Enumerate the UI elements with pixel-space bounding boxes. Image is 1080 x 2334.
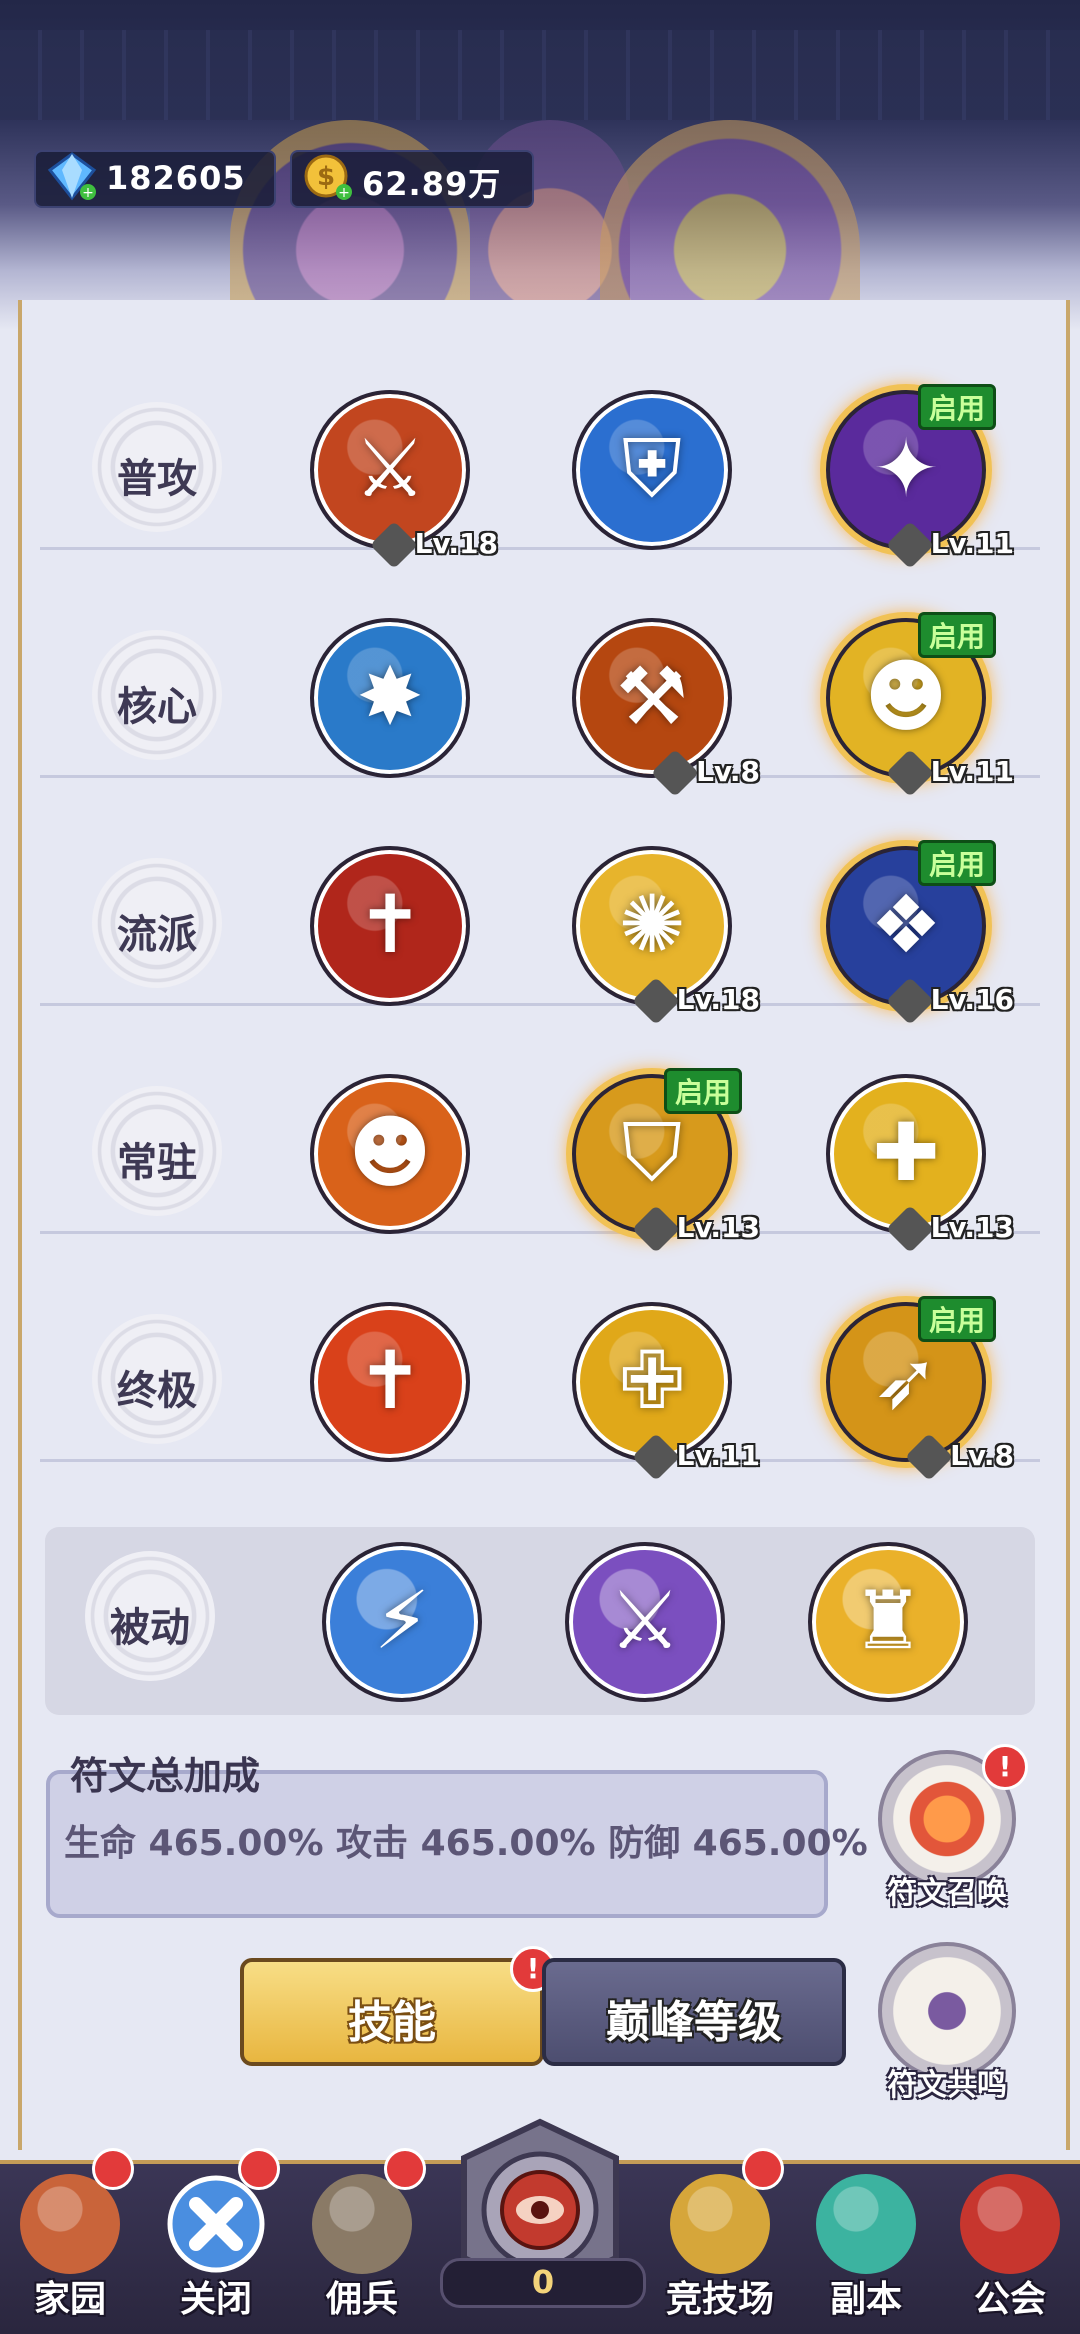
gold-counter[interactable]: $ + 62.89万 (290, 150, 534, 208)
notification-dot (92, 2148, 134, 2190)
gold-amount: 62.89万 (362, 165, 502, 203)
rune-gem-icon (885, 520, 934, 570)
center-counter: 0 (440, 2258, 646, 2308)
passive-skill-slot[interactable]: ♜ (808, 1542, 968, 1702)
notification-dot (384, 2148, 426, 2190)
great-sword-icon: ✝ (310, 846, 470, 1006)
nav-guild[interactable]: 公会 (940, 2160, 1080, 2330)
guild-icon (960, 2174, 1060, 2274)
svg-text:+: + (338, 185, 350, 201)
arena-icon (670, 2174, 770, 2274)
skill-level: Lv.18 (369, 520, 498, 570)
rune-bonus-stats: 生命 465.00% 攻击 465.00% 防御 465.00% (64, 1823, 868, 1864)
skill-level: Lv.8 (905, 1432, 1014, 1482)
row-label: 终极 (92, 1314, 222, 1444)
rune-summon-button[interactable]: 符文召唤 ! (872, 1744, 1028, 1912)
close-icon (166, 2174, 266, 2274)
rune-gem-icon (631, 1432, 680, 1482)
winged-sword-icon: ⚔ (565, 1542, 725, 1702)
nav-close[interactable]: 关闭 (146, 2148, 286, 2330)
alert-icon: ! (982, 1744, 1028, 1790)
active-badge: 启用 (917, 1296, 996, 1342)
diamond-icon: + (47, 152, 97, 201)
passive-skill-slot[interactable]: ⚡ (322, 1542, 482, 1702)
diamond-counter[interactable]: + 182605 (34, 150, 276, 208)
skill-slot[interactable]: ⚒ Lv.8 (572, 618, 760, 798)
skill-slot[interactable]: ➶ 启用 Lv.8 (826, 1296, 1014, 1482)
skill-slot[interactable]: ✦ 启用 Lv.11 (826, 384, 1014, 570)
svg-text:$: $ (317, 162, 335, 192)
hammer-icon: ⚒ (572, 618, 732, 778)
row-label-passive: 被动 (85, 1551, 215, 1681)
skill-level: Lv.11 (885, 748, 1014, 798)
row-label: 普攻 (92, 402, 222, 532)
skill-slot[interactable]: ☻ (310, 1074, 470, 1234)
row-label: 流派 (92, 858, 222, 988)
skill-level: Lv.8 (651, 748, 760, 798)
svg-text:+: + (82, 185, 94, 201)
rune-bonus-title: 符文总加成 (70, 1754, 261, 1798)
rune-gem-icon (885, 1204, 934, 1254)
rune-resonance-button[interactable]: 符文共鸣 (872, 1942, 1022, 2104)
notification-dot (238, 2148, 280, 2190)
rune-gem-icon (631, 1204, 680, 1254)
skill-slot[interactable]: ✚ Lv.13 (826, 1074, 1014, 1254)
passive-skill-slot[interactable]: ⚔ (565, 1542, 725, 1702)
active-badge: 启用 (663, 1068, 742, 1114)
shattered-shield-icon: ✸ (310, 618, 470, 778)
skill-slot[interactable]: ✝ (310, 1302, 470, 1462)
skill-level: Lv.11 (885, 520, 1014, 570)
row-label: 核心 (92, 630, 222, 760)
skill-slot[interactable]: ⛉ 启用 Lv.13 (572, 1068, 760, 1254)
skill-level: Lv.11 (631, 1432, 760, 1482)
notification-dot (742, 2148, 784, 2190)
skill-slot[interactable]: ✺ Lv.18 (572, 846, 760, 1026)
skill-slot[interactable]: ✝ (310, 846, 470, 1006)
dungeon-icon (816, 2174, 916, 2274)
active-badge: 启用 (917, 840, 996, 886)
rune-gem-icon (905, 1432, 954, 1482)
skill-level: Lv.16 (885, 976, 1014, 1026)
diamond-amount: 182605 (106, 159, 246, 197)
skill-level: Lv.13 (631, 1204, 760, 1254)
rune-gem-icon (885, 748, 934, 798)
fire-sword-icon: ✝ (310, 1302, 470, 1462)
nav-home[interactable]: 家园 (0, 2148, 140, 2330)
skill-slot[interactable]: ✙ Lv.11 (572, 1302, 760, 1482)
rune-gem-icon (369, 520, 418, 570)
skill-slot[interactable]: ☻ 启用 Lv.11 (826, 612, 1014, 798)
nav-dungeon[interactable]: 副本 (796, 2160, 936, 2330)
tower-icon: ♜ (808, 1542, 968, 1702)
stained-glass-right (600, 120, 860, 330)
nav-mercenary[interactable]: 佣兵 (292, 2148, 432, 2330)
skill-slot[interactable]: ⚔ Lv.18 (310, 390, 498, 570)
tab-skill[interactable]: 技能 ! (240, 1946, 556, 2066)
row-label: 常驻 (92, 1086, 222, 1216)
active-badge: 启用 (917, 384, 996, 430)
skill-slot[interactable]: ❖ 启用 Lv.16 (826, 840, 1014, 1026)
gold-coin-icon: $+ (304, 154, 352, 201)
skill-slot[interactable]: ⛨ (572, 390, 732, 550)
rune-gem-icon (651, 748, 700, 798)
active-badge: 启用 (917, 612, 996, 658)
skill-level: Lv.18 (631, 976, 760, 1026)
nav-arena[interactable]: 竞技场 (650, 2148, 790, 2330)
mercenary-icon (312, 2174, 412, 2274)
rune-gem-icon (631, 976, 680, 1026)
banner-ornament (0, 30, 1080, 120)
blue-sword-emblem-icon: ⚡ (322, 1542, 482, 1702)
tab-peak-level[interactable]: 巅峰等级 (542, 1958, 846, 2066)
blue-shield-icon: ⛨ (572, 390, 732, 550)
rune-gem-icon (885, 976, 934, 1026)
rage-figure-icon: ☻ (310, 1074, 470, 1234)
home-icon (20, 2174, 120, 2274)
skill-level: Lv.13 (885, 1204, 1014, 1254)
skill-slot[interactable]: ✸ (310, 618, 470, 778)
